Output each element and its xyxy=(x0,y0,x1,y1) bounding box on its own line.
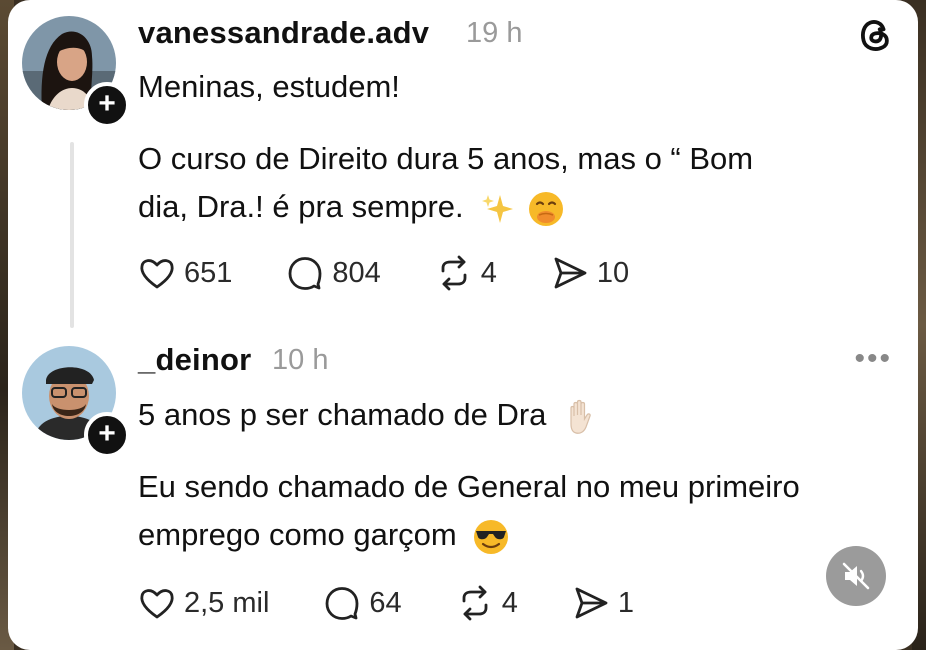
post-like-button[interactable]: 651 xyxy=(138,254,232,292)
hand-over-mouth-emoji-icon xyxy=(528,191,563,226)
repost-icon xyxy=(441,255,467,291)
post-reply-button[interactable]: 804 xyxy=(286,254,381,292)
repost-icon xyxy=(462,585,488,621)
sunglasses-emoji-icon xyxy=(474,519,509,554)
reply-text-line-2: Eu sendo chamado de General no meu prime… xyxy=(138,469,800,504)
share-icon xyxy=(575,587,608,619)
mute-button[interactable] xyxy=(826,546,886,606)
follow-button-vanessa[interactable]: + xyxy=(84,82,130,128)
follow-button-deinor[interactable]: + xyxy=(84,412,130,458)
post-share-button[interactable]: 10 xyxy=(551,254,629,292)
post-repost-button[interactable]: 4 xyxy=(435,254,497,292)
reply-reply-count: 64 xyxy=(369,586,402,619)
reply-repost-button[interactable]: 4 xyxy=(456,584,518,622)
more-icon[interactable]: ••• xyxy=(854,342,892,376)
reply-text-line-1: 5 anos p ser chamado de Dra xyxy=(138,391,601,439)
reply-repost-count: 4 xyxy=(501,586,518,619)
reply-reply-button[interactable]: 64 xyxy=(323,584,402,622)
comment-icon xyxy=(288,257,322,290)
reply-text-line-3: emprego como garçom xyxy=(138,511,511,559)
reply-like-count: 2,5 mil xyxy=(184,586,270,619)
post-text-line-2: O curso de Direito dura 5 anos, mas o “ … xyxy=(138,141,754,176)
post-actions: 651 804 4 10 xyxy=(138,254,629,292)
post-reply-count: 804 xyxy=(332,256,381,289)
reply-username[interactable]: _deinor xyxy=(138,342,251,378)
heart-icon xyxy=(140,259,174,289)
post-time: 19 h xyxy=(466,17,523,49)
heart-icon xyxy=(140,589,174,619)
muted-speaker-icon xyxy=(842,562,870,590)
raised-hand-emoji-icon xyxy=(570,399,591,434)
reply-like-button[interactable]: 2,5 mil xyxy=(138,584,269,622)
reply-share-button[interactable]: 1 xyxy=(572,584,634,622)
thread-connector-line xyxy=(70,142,74,328)
comment-icon xyxy=(326,587,359,620)
post-share-count: 10 xyxy=(596,256,630,289)
post-repost-count: 4 xyxy=(480,256,497,289)
reply-share-count: 1 xyxy=(617,586,634,619)
post-username[interactable]: vanessandrade.adv xyxy=(138,15,429,51)
post-like-count: 651 xyxy=(184,256,233,289)
reply-actions: 2,5 mil 64 4 1 xyxy=(138,584,634,622)
post-text-line-1: Meninas, estudem! xyxy=(138,69,400,104)
reply-time: 10 h xyxy=(272,344,329,376)
sparkles-emoji-icon xyxy=(482,194,514,223)
threads-logo-icon[interactable] xyxy=(856,16,894,54)
post-text-line-3: dia, Dra.! é pra sempre. xyxy=(138,183,565,231)
share-icon xyxy=(554,257,587,289)
threads-card: + vanessandrade.adv 19 h Meninas, estude… xyxy=(8,0,918,650)
